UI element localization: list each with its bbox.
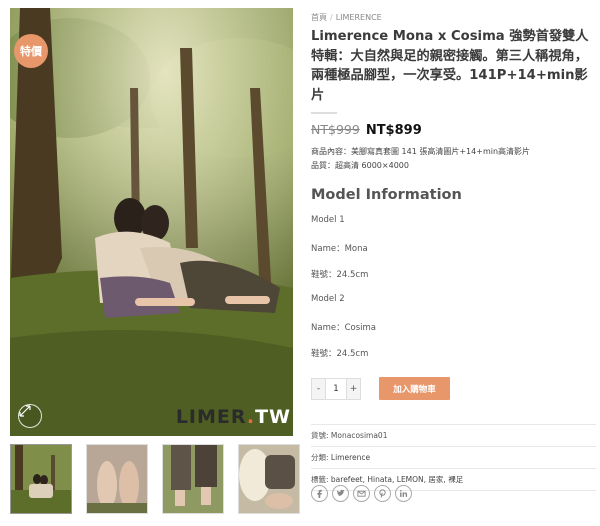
title-divider: [311, 112, 337, 115]
photo-illustration: [10, 8, 293, 436]
price: NT$999 NT$899: [311, 122, 596, 138]
breadcrumb-home[interactable]: 首頁: [311, 13, 327, 22]
thumb-2[interactable]: [86, 444, 148, 514]
category-row: 分類: Limerence: [311, 447, 596, 469]
add-to-cart-button[interactable]: 加入購物車: [379, 377, 450, 400]
model-1-name: Name：Mona: [311, 243, 368, 254]
breadcrumb-category[interactable]: LIMERENCE: [336, 13, 382, 22]
twitter-icon[interactable]: [332, 485, 349, 502]
breadcrumb-separator: /: [330, 13, 333, 22]
sku-label: 貨號:: [311, 431, 329, 440]
model-2-label: Model 2: [311, 294, 345, 305]
tags-label: 標籤:: [311, 475, 329, 484]
quantity-input[interactable]: 1: [325, 378, 347, 399]
sale-price: NT$899: [365, 123, 422, 139]
model-1-shoe-size: 鞋號：24.5cm: [311, 269, 369, 280]
thumbnail-strip: [10, 444, 300, 514]
sale-badge: 特價: [14, 34, 48, 68]
quantity-stepper: - 1 +: [311, 377, 361, 400]
breadcrumb: 首頁 / LIMERENCE: [311, 12, 596, 23]
facebook-icon[interactable]: [311, 485, 328, 502]
category-link[interactable]: Limerence: [331, 453, 370, 462]
model-2-shoe-size: 鞋號：24.5cm: [311, 348, 369, 359]
model-2-name: Name：Cosima: [311, 322, 376, 333]
category-label: 分類:: [311, 453, 329, 462]
product-summary: 首頁 / LIMERENCE Limerence Mona x Cosima 強勢首…: [311, 12, 596, 502]
sku-row: 貨號: Monacosima01: [311, 424, 596, 447]
thumb-4[interactable]: [238, 444, 300, 514]
quantity-plus-button[interactable]: +: [347, 378, 360, 399]
product-gallery: 特價 LIMER.TW: [10, 8, 300, 514]
watermark-logo: LIMER.TW: [175, 406, 291, 428]
zoom-icon: [19, 405, 31, 417]
product-title: Limerence Mona x Cosima 強勢首發雙人特輯：大自然與足的親…: [311, 29, 589, 103]
tag-links[interactable]: barefeet, Hinata, LEMON, 居家, 裸足: [331, 475, 463, 484]
product-content-line: 商品內容：美腳寫真套圖 141 張高清圖片+14+min高清影片: [311, 147, 531, 157]
model-info-list: Model 1 Name：Mona 鞋號：24.5cm Model 2 Name…: [311, 215, 596, 373]
main-product-photo[interactable]: 特價 LIMER.TW: [10, 8, 293, 436]
original-price: NT$999: [311, 122, 360, 138]
sku-value: Monacosima01: [330, 431, 388, 440]
email-icon[interactable]: [353, 485, 370, 502]
thumb-3[interactable]: [162, 444, 224, 514]
linkedin-icon[interactable]: [395, 485, 412, 502]
quantity-minus-button[interactable]: -: [312, 378, 325, 399]
pinterest-icon[interactable]: [374, 485, 391, 502]
product-meta: 貨號: Monacosima01 分類: Limerence 標籤: baref…: [311, 424, 596, 491]
zoom-button[interactable]: [18, 404, 42, 428]
thumb-1[interactable]: [10, 444, 72, 514]
share-icons: [311, 485, 412, 502]
model-info-heading: Model Information: [311, 187, 462, 204]
model-1-label: Model 1: [311, 215, 345, 226]
add-to-cart-form: - 1 + 加入購物車: [311, 377, 450, 400]
product-quality-line: 品質：超高清 6000×4000: [311, 161, 409, 171]
